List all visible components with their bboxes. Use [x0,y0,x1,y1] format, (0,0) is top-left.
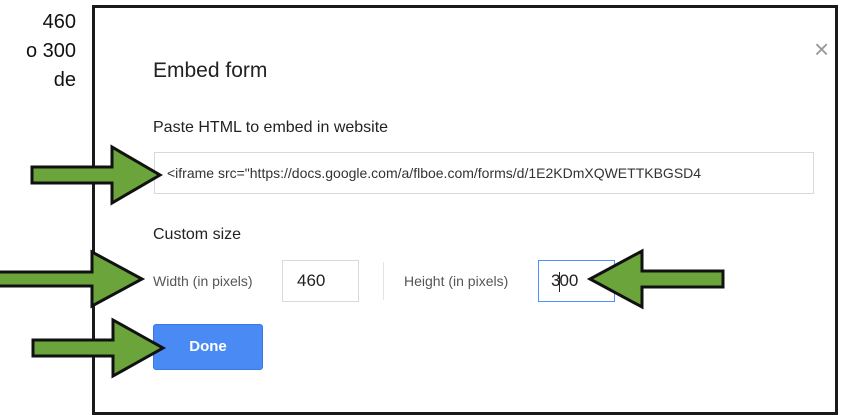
instruction-line-3: de [53,69,76,91]
embed-html-label: Paste HTML to embed in website [153,119,389,136]
instruction-text: 460 o 300 de [0,8,76,95]
close-icon[interactable]: × [814,36,829,62]
height-value-part2: 00 [559,271,579,290]
annotation-arrow-icon [586,248,725,310]
custom-size-label: Custom size [153,226,242,243]
dialog-title: Embed form [153,59,268,82]
instruction-line-1: 460 [42,11,76,33]
annotation-arrow-icon [30,144,163,206]
embed-code-field[interactable]: <iframe src="https://docs.google.com/a/f… [154,152,814,194]
done-button[interactable]: Done [153,324,263,370]
instruction-line-2: o 300 [25,40,76,62]
annotation-arrow-icon [0,249,146,309]
height-label: Height (in pixels) [404,273,509,289]
width-input[interactable]: 460 [282,260,359,302]
annotation-arrow-icon [31,317,167,379]
width-label: Width (in pixels) [153,273,253,289]
size-divider [383,262,384,300]
